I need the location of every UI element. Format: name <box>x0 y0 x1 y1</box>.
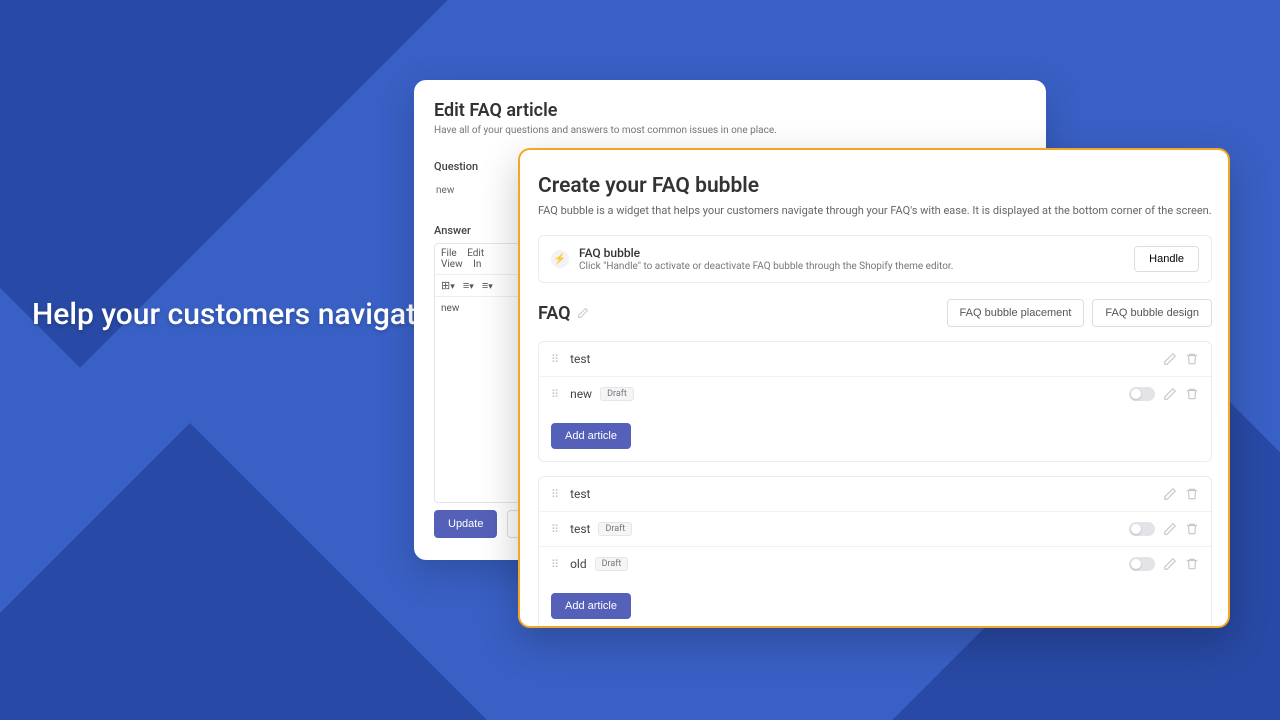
editor-menu[interactable]: File Edit View In <box>435 244 519 275</box>
section-name: test <box>570 487 590 501</box>
section-heading: FAQ <box>538 303 589 324</box>
page-subtitle: FAQ bubble is a widget that helps your c… <box>538 204 1212 217</box>
menu-view[interactable]: View <box>441 259 463 270</box>
edit-icon[interactable] <box>1163 557 1177 571</box>
article-name: new <box>570 387 592 401</box>
publish-toggle[interactable] <box>1129 522 1155 536</box>
handle-button[interactable]: Handle <box>1134 246 1199 272</box>
trash-icon[interactable] <box>1185 487 1199 501</box>
menu-edit[interactable]: Edit <box>467 248 484 259</box>
edit-icon[interactable] <box>1163 387 1177 401</box>
drag-handle-icon[interactable]: ⠿ <box>551 388 560 401</box>
article-row[interactable]: ⠿ test Draft <box>539 511 1211 546</box>
trash-icon[interactable] <box>1185 557 1199 571</box>
trash-icon[interactable] <box>1185 352 1199 366</box>
section-name: test <box>570 352 590 366</box>
page-title: Create your FAQ bubble <box>538 174 1212 198</box>
edit-icon[interactable] <box>1163 352 1177 366</box>
drag-handle-icon[interactable]: ⠿ <box>551 523 560 536</box>
tab-design[interactable]: FAQ bubble design <box>1092 299 1212 327</box>
trash-icon[interactable] <box>1185 387 1199 401</box>
section-row[interactable]: ⠿ test <box>539 342 1211 376</box>
faq-section: ⠿ test ⠿ new Draft Add article <box>538 341 1212 462</box>
draft-badge: Draft <box>595 557 629 571</box>
add-article-button[interactable]: Add article <box>551 423 631 449</box>
info-title: FAQ bubble <box>579 246 1124 260</box>
faq-bubble-panel: Create your FAQ bubble FAQ bubble is a w… <box>518 148 1230 628</box>
list-ul-icon[interactable]: ≡▾ <box>482 279 493 292</box>
tab-placement[interactable]: FAQ bubble placement <box>947 299 1085 327</box>
bolt-icon: ⚡ <box>551 250 569 268</box>
draft-badge: Draft <box>600 387 634 401</box>
answer-editor[interactable]: File Edit View In ⊞▾ ≡▾ ≡▾ new <box>434 243 520 503</box>
publish-toggle[interactable] <box>1129 557 1155 571</box>
article-name: test <box>570 522 590 536</box>
table-icon[interactable]: ⊞▾ <box>441 279 455 292</box>
drag-handle-icon[interactable]: ⠿ <box>551 353 560 366</box>
article-row[interactable]: ⠿ new Draft <box>539 376 1211 411</box>
section-row[interactable]: ⠿ test <box>539 477 1211 511</box>
editor-toolbar[interactable]: ⊞▾ ≡▾ ≡▾ <box>435 275 519 297</box>
menu-insert[interactable]: In <box>473 259 481 270</box>
add-article-button[interactable]: Add article <box>551 593 631 619</box>
info-callout: ⚡ FAQ bubble Click "Handle" to activate … <box>538 235 1212 283</box>
edit-icon[interactable] <box>1163 487 1177 501</box>
trash-icon[interactable] <box>1185 522 1199 536</box>
faq-section: ⠿ test ⠿ test Draft ⠿ old Draft <box>538 476 1212 628</box>
page-title: Edit FAQ article <box>434 100 1026 121</box>
publish-toggle[interactable] <box>1129 387 1155 401</box>
list-ol-icon[interactable]: ≡▾ <box>463 279 474 292</box>
drag-handle-icon[interactable]: ⠿ <box>551 488 560 501</box>
page-subtitle: Have all of your questions and answers t… <box>434 125 1026 136</box>
menu-file[interactable]: File <box>441 248 457 259</box>
info-desc: Click "Handle" to activate or deactivate… <box>579 261 1124 272</box>
article-name: old <box>570 557 587 571</box>
update-button[interactable]: Update <box>434 510 497 538</box>
draft-badge: Draft <box>598 522 632 536</box>
edit-icon[interactable] <box>1163 522 1177 536</box>
edit-icon[interactable] <box>577 307 589 319</box>
editor-body[interactable]: new <box>435 297 519 320</box>
drag-handle-icon[interactable]: ⠿ <box>551 558 560 571</box>
article-row[interactable]: ⠿ old Draft <box>539 546 1211 581</box>
